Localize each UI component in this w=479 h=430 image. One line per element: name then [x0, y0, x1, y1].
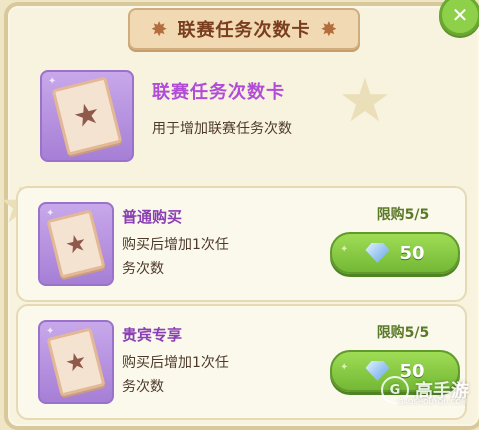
offer-name: 贵宾专享 [122, 326, 183, 344]
offer-icon-box: ✦ ★ [38, 320, 114, 404]
star-ornament-icon: ✸ [320, 17, 338, 41]
watermark: G 高手游 GAOSHOUYOU.COM [381, 376, 469, 406]
item-icon-box: ✦ ★ [40, 70, 134, 162]
sparkle-icon: ✦ [340, 362, 349, 373]
close-button[interactable]: ✕ [439, 0, 479, 36]
buy-button-normal[interactable]: ✦ 50 [330, 232, 460, 274]
purchase-limit: 限购5/5 [376, 207, 430, 223]
sparkle-icon: ✦ [46, 208, 55, 219]
offer-name: 普通购买 [122, 208, 183, 226]
sparkle-icon: ✦ [340, 244, 349, 255]
close-icon: ✕ [451, 3, 469, 27]
item-name: 联赛任务次数卡 [152, 82, 285, 103]
watermark-subtext: GAOSHOUYOU.COM [397, 398, 467, 406]
purchase-limit: 限购5/5 [376, 325, 430, 341]
star-ticket-icon: ★ [46, 327, 106, 397]
dialog-title: 联赛任务次数卡 [177, 20, 311, 41]
sparkle-icon: ✦ [48, 76, 57, 87]
sparkle-icon: ✦ [46, 326, 55, 337]
price-label: 50 [399, 242, 425, 264]
star-ornament-icon: ✸ [150, 17, 168, 41]
offer-icon-box: ✦ ★ [38, 202, 114, 286]
offer-card-normal: ✦ ★ 普通购买 购买后增加1次任务次数 限购5/5 ✦ 50 [16, 186, 467, 302]
star-ticket-icon: ★ [46, 209, 106, 279]
dialog-title-plate: ✸ 联赛任务次数卡 ✸ [128, 8, 360, 50]
offer-description: 购买后增加1次任务次数 [122, 237, 229, 277]
offer-description: 购买后增加1次任务次数 [122, 355, 229, 395]
background-star-icon: ★ [338, 66, 392, 136]
diamond-icon [365, 243, 390, 263]
item-description: 用于增加联赛任务次数 [152, 121, 292, 137]
star-ticket-icon: ★ [51, 76, 123, 156]
